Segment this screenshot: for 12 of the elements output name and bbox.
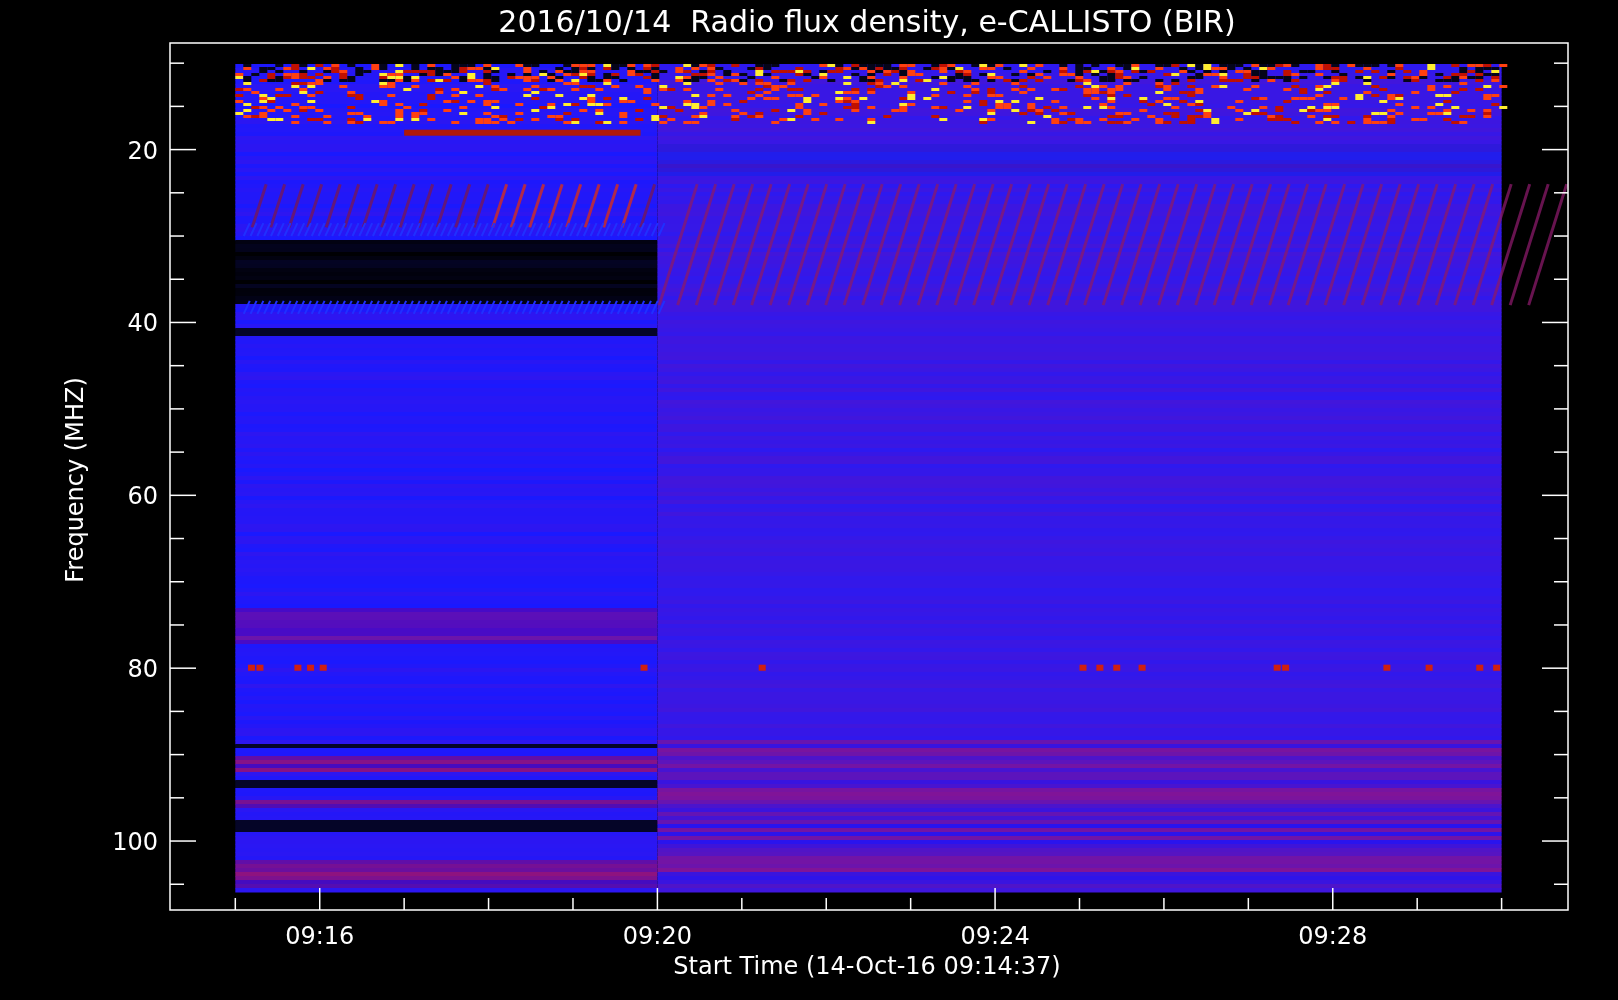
plot-title: 2016/10/14 Radio flux density, e-CALLISTO (BIR) <box>498 4 1236 39</box>
tick-label: 09:16 <box>285 922 355 950</box>
tick-label: 09:24 <box>960 922 1030 950</box>
tick-label: 09:20 <box>622 922 692 950</box>
axis-label: Start Time (14-Oct-16 09:14:37) <box>673 952 1061 980</box>
tick-label: 60 <box>127 482 158 511</box>
axis-label: Frequency (MHZ) <box>61 377 89 583</box>
tick-label: 40 <box>127 309 158 338</box>
tick-label: 100 <box>112 828 158 857</box>
tick-label: 80 <box>127 655 158 684</box>
tick-label: 20 <box>127 136 158 165</box>
tick-label: 09:28 <box>1298 922 1368 950</box>
